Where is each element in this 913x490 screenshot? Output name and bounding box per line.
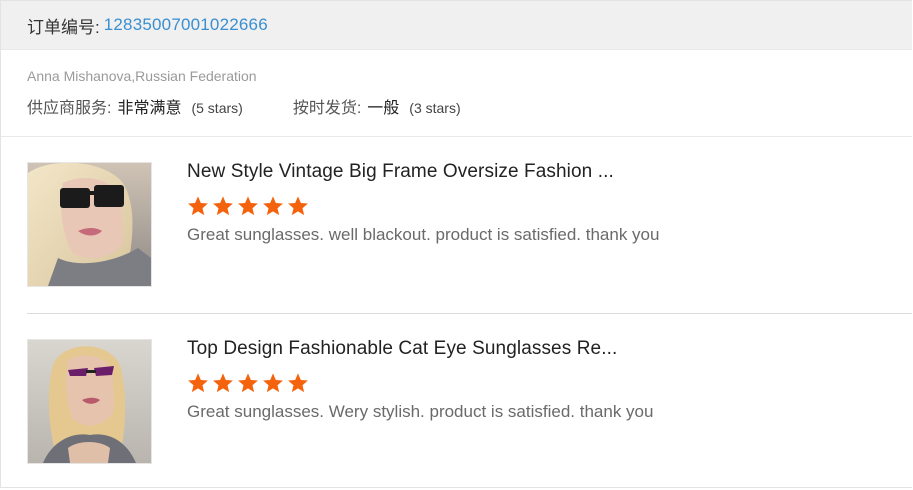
buyer-meta: Anna Mishanova,Russian Federation 供应商服务:… [1, 50, 912, 137]
rating-label: 供应商服务: [27, 100, 112, 117]
rating-shipping-time: 按时发货: 一般 (3 stars) [293, 94, 461, 118]
star-icon [238, 373, 258, 393]
buyer-name-country: Anna Mishanova,Russian Federation [27, 68, 257, 84]
product-title-link[interactable]: New Style Vintage Big Frame Oversize Fas… [187, 161, 887, 183]
order-number-link[interactable]: 12835007001022666 [104, 15, 268, 35]
star-rating [187, 195, 887, 217]
review-item: Top Design Fashionable Cat Eye Sunglasse… [27, 313, 912, 490]
rating-label: 按时发货: [292, 100, 362, 117]
star-icon [263, 196, 283, 216]
product-thumbnail[interactable] [27, 339, 152, 464]
star-icon [213, 196, 233, 216]
rating-stars-text: (5 stars) [191, 100, 243, 116]
star-icon [213, 373, 233, 393]
review-item: New Style Vintage Big Frame Oversize Fas… [1, 137, 912, 313]
order-review-card: 订单编号: 12835007001022666 Anna Mishanova,R… [0, 0, 912, 488]
review-info: Top Design Fashionable Cat Eye Sunglasse… [187, 338, 887, 422]
star-icon [188, 196, 208, 216]
star-icon [238, 196, 258, 216]
star-icon [288, 196, 308, 216]
review-comment: Great sunglasses. Wery stylish. product … [187, 402, 654, 421]
star-rating [187, 372, 887, 394]
review-list: New Style Vintage Big Frame Oversize Fas… [1, 137, 912, 490]
order-header: 订单编号: 12835007001022666 [1, 1, 912, 50]
rating-value: 非常满意 [117, 100, 182, 117]
review-info: New Style Vintage Big Frame Oversize Fas… [187, 161, 887, 245]
seller-ratings: 供应商服务: 非常满意 (5 stars) 按时发货: 一般 (3 stars) [27, 94, 886, 118]
product-photo-cat-eye-sunglasses [28, 340, 151, 463]
product-photo-blonde-square-sunglasses [28, 163, 151, 286]
review-comment: Great sunglasses. well blackout. product… [187, 225, 660, 244]
rating-value: 一般 [367, 100, 400, 117]
star-icon [188, 373, 208, 393]
product-thumbnail[interactable] [27, 162, 152, 287]
rating-stars-text: (3 stars) [409, 100, 461, 116]
order-number-label: 订单编号: [27, 17, 100, 37]
product-title-link[interactable]: Top Design Fashionable Cat Eye Sunglasse… [187, 338, 887, 360]
star-icon [263, 373, 283, 393]
rating-supplier-service: 供应商服务: 非常满意 (5 stars) [27, 94, 243, 118]
star-icon [288, 373, 308, 393]
